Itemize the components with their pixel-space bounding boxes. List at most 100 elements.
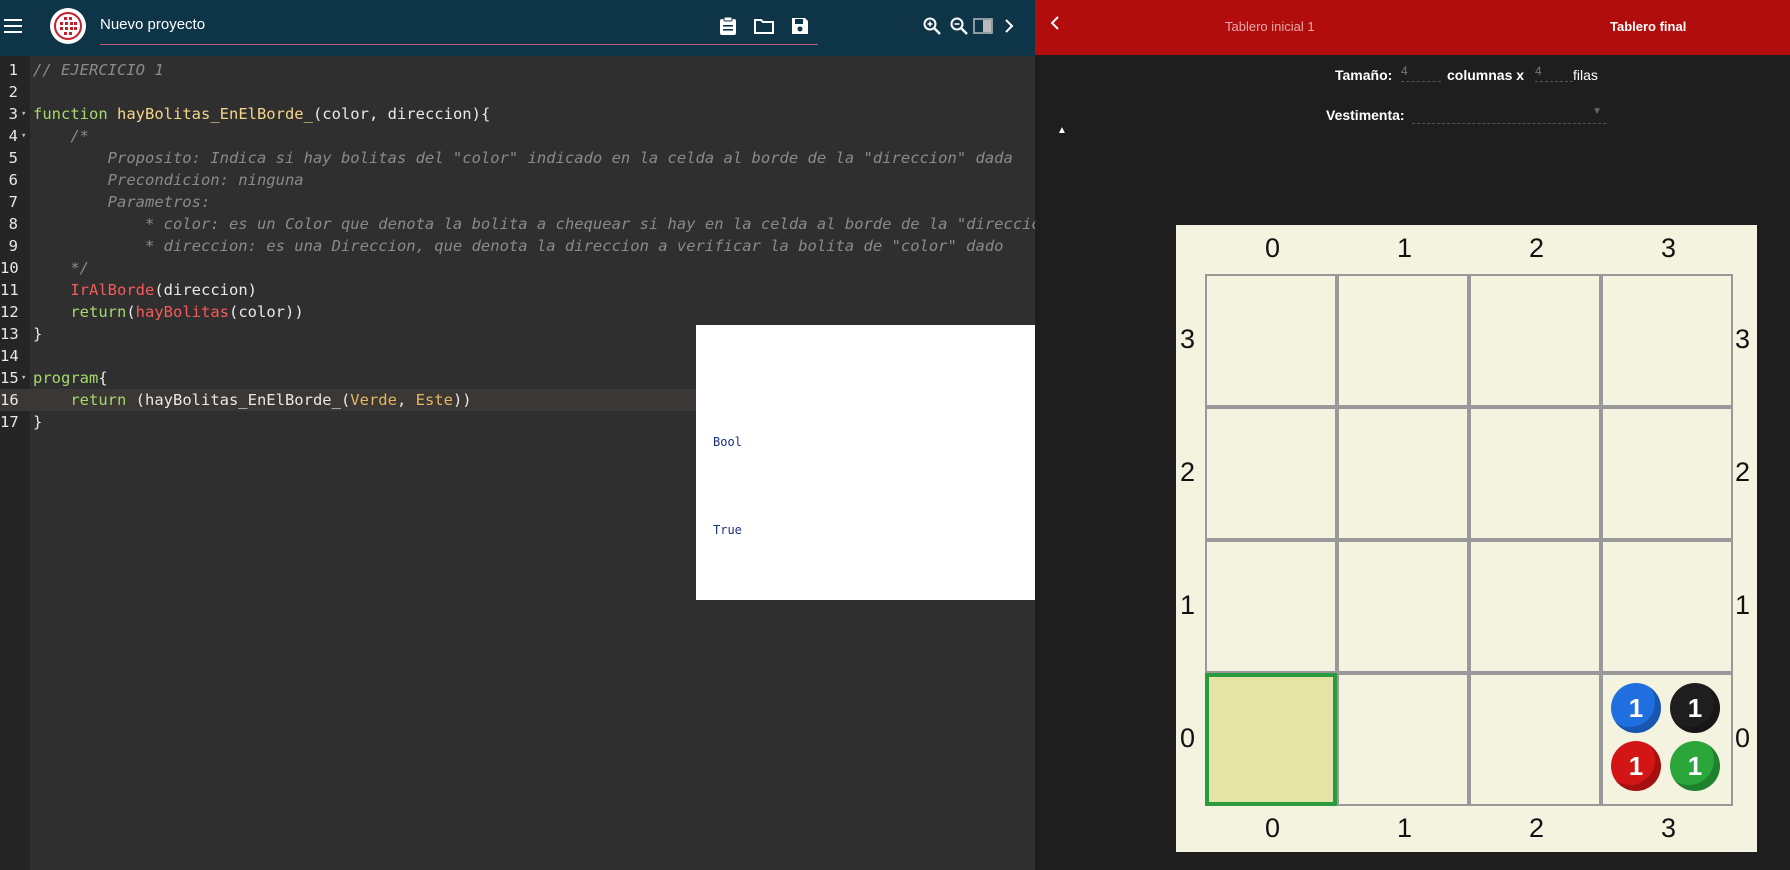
column-label-bottom: 0 bbox=[1265, 813, 1281, 843]
top-toolbar: Nuevo proyecto bbox=[0, 0, 1035, 56]
clipboard-icon[interactable] bbox=[716, 14, 740, 38]
code-line[interactable]: 4 ▾ /* bbox=[0, 125, 1035, 147]
board-cell[interactable] bbox=[1337, 540, 1469, 673]
code-token: } bbox=[33, 413, 43, 431]
column-label-top: 2 bbox=[1529, 233, 1545, 263]
code-line[interactable]: 8 * color: es un Color que denota la bol… bbox=[0, 213, 1035, 235]
code-line[interactable]: 9 * direccion: es una Direccion, que den… bbox=[0, 235, 1035, 257]
board-tabs-bar: Tablero inicial 1 Tablero final bbox=[1035, 0, 1790, 55]
code-token: IrAlBorde bbox=[70, 281, 155, 299]
code-token: */ bbox=[33, 259, 89, 277]
tab-final-board[interactable]: Tablero final bbox=[1610, 19, 1686, 34]
code-text: Precondicion: ninguna bbox=[33, 169, 304, 191]
board-pane: Tablero inicial 1 Tablero final Tamaño: … bbox=[1035, 0, 1790, 870]
blue-ball: 1 bbox=[1611, 683, 1661, 733]
code-line[interactable]: 10 */ bbox=[0, 257, 1035, 279]
code-text: program{ bbox=[33, 367, 108, 389]
board-cell[interactable] bbox=[1469, 673, 1601, 806]
code-line[interactable]: 3 ▾ function hayBolitas_EnElBorde_(color, … bbox=[0, 103, 1035, 125]
code-token: Este bbox=[415, 391, 453, 409]
line-number: 13 bbox=[0, 325, 19, 343]
zoom-in-icon[interactable] bbox=[920, 14, 944, 38]
chevron-right-icon[interactable] bbox=[997, 14, 1021, 38]
line-number: 5 bbox=[8, 149, 18, 167]
code-token: (hayBolitas_EnElBorde_( bbox=[126, 391, 351, 409]
fold-arrow-icon[interactable]: ▾ bbox=[21, 125, 26, 147]
code-line[interactable]: 5 Proposito: Indica si hay bolitas del "… bbox=[0, 147, 1035, 169]
fold-arrow-icon[interactable]: ▾ bbox=[21, 103, 26, 125]
board-cell[interactable] bbox=[1205, 540, 1337, 673]
board-cell[interactable] bbox=[1205, 407, 1337, 540]
board-cell-head[interactable] bbox=[1205, 673, 1337, 806]
green-ball: 1 bbox=[1670, 741, 1720, 791]
rows-input[interactable]: 4 bbox=[1535, 64, 1573, 82]
costume-select[interactable]: ▼ bbox=[1412, 106, 1606, 124]
row-label-left: 2 bbox=[1180, 457, 1196, 487]
board-cell[interactable] bbox=[1601, 540, 1733, 673]
collapse-up-icon[interactable]: ▲ bbox=[1057, 125, 1067, 136]
code-editor[interactable]: 1// EJERCICIO 1 2 3 ▾ function hayBolitas_En… bbox=[0, 56, 1035, 870]
zoom-out-icon[interactable] bbox=[947, 14, 971, 38]
line-number: 3 bbox=[8, 105, 18, 123]
line-number: 15 bbox=[0, 369, 19, 387]
code-token: (direccion) bbox=[154, 281, 257, 299]
row-label-right: 0 bbox=[1735, 723, 1751, 753]
tab-initial-board[interactable]: Tablero inicial 1 bbox=[1225, 19, 1315, 34]
code-token: Verde bbox=[350, 391, 397, 409]
columns-input[interactable]: 4 bbox=[1401, 64, 1441, 82]
gobstones-logo bbox=[50, 8, 86, 44]
code-line[interactable]: 11 IrAlBorde(direccion) bbox=[0, 279, 1035, 301]
board-cell[interactable] bbox=[1469, 407, 1601, 540]
line-number: 1 bbox=[8, 61, 18, 79]
line-number: 10 bbox=[0, 259, 19, 277]
editor-pane: Nuevo proyecto 1 // EJERCICIO 1 2 3 ▾ fu… bbox=[0, 0, 1035, 870]
column-label-bottom: 3 bbox=[1661, 813, 1677, 843]
code-text: /* bbox=[33, 125, 89, 147]
code-token: )) bbox=[452, 391, 472, 409]
code-text: Proposito: Indica si hay bolitas del "co… bbox=[33, 147, 1013, 169]
costume-label: Vestimenta: bbox=[1326, 107, 1405, 123]
split-view-icon[interactable] bbox=[971, 14, 995, 38]
folder-open-icon[interactable] bbox=[752, 14, 776, 38]
code-token: Proposito: Indica si hay bolitas del "co… bbox=[33, 149, 1013, 167]
fold-arrow-icon[interactable]: ▾ bbox=[21, 367, 26, 389]
code-token: // EJERCICIO 1 bbox=[33, 61, 164, 79]
menu-icon[interactable] bbox=[2, 16, 24, 36]
code-line[interactable]: 12 return(hayBolitas(color)) bbox=[0, 301, 1035, 323]
row-label-left: 3 bbox=[1180, 324, 1196, 354]
row-label-left: 0 bbox=[1180, 723, 1196, 753]
gobstones-board: 0011223333221100 1111 bbox=[1176, 225, 1757, 852]
board-cell[interactable] bbox=[1601, 274, 1733, 407]
board-cell[interactable] bbox=[1601, 407, 1733, 540]
red-ball: 1 bbox=[1611, 741, 1661, 791]
row-label-right: 3 bbox=[1735, 324, 1751, 354]
code-token: Parametros: bbox=[33, 193, 211, 211]
code-token: ( bbox=[126, 303, 136, 321]
code-line[interactable]: 2 bbox=[0, 81, 1035, 103]
code-text: // EJERCICIO 1 bbox=[33, 59, 164, 81]
board-cell[interactable] bbox=[1469, 540, 1601, 673]
app-root: Nuevo proyecto 1 // EJERCICIO 1 2 3 ▾ fu… bbox=[0, 0, 1790, 870]
board-cell[interactable] bbox=[1205, 274, 1337, 407]
board-cell[interactable] bbox=[1337, 274, 1469, 407]
line-number: 16 bbox=[0, 391, 19, 409]
columns-label-text: columnas x bbox=[1447, 67, 1525, 83]
project-title[interactable]: Nuevo proyecto bbox=[100, 16, 205, 33]
board-cell[interactable] bbox=[1337, 407, 1469, 540]
board-cell[interactable] bbox=[1469, 274, 1601, 407]
code-text: * color: es un Color que denota la bolit… bbox=[33, 213, 1035, 235]
code-line[interactable]: 6 Precondicion: ninguna bbox=[0, 169, 1035, 191]
code-line[interactable]: 7 Parametros: bbox=[0, 191, 1035, 213]
chevron-left-icon[interactable] bbox=[1049, 14, 1061, 37]
line-number: 11 bbox=[0, 281, 19, 299]
save-icon[interactable] bbox=[788, 14, 812, 38]
code-line[interactable]: 1 // EJERCICIO 1 bbox=[0, 59, 1035, 81]
code-token: (color, direccion){ bbox=[312, 105, 491, 123]
code-token: Precondicion: ninguna bbox=[33, 171, 304, 189]
column-label-bottom: 1 bbox=[1397, 813, 1413, 843]
board-cell[interactable] bbox=[1337, 673, 1469, 806]
columns-label: columnas x bbox=[1447, 67, 1524, 83]
code-token: function bbox=[33, 105, 117, 123]
